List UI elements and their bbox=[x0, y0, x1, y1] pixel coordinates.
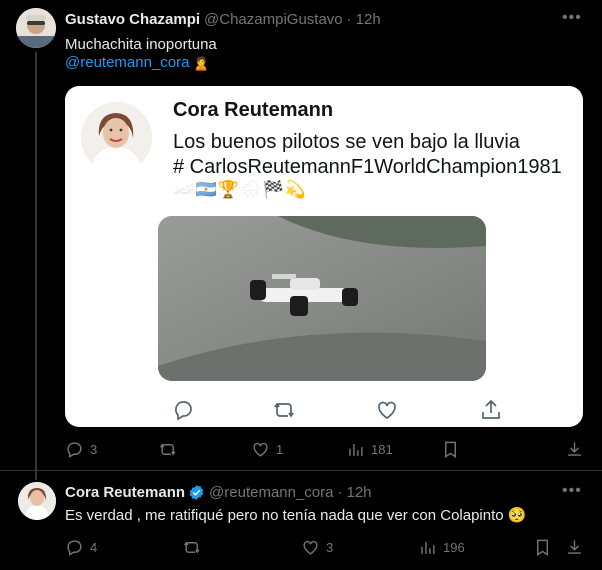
card-retweet-icon bbox=[274, 402, 294, 418]
share-icon bbox=[568, 540, 581, 554]
retweet-button[interactable] bbox=[183, 538, 208, 557]
mention-link[interactable]: @reutemann_cora bbox=[65, 54, 189, 71]
thread-line bbox=[35, 52, 37, 480]
like-icon bbox=[253, 442, 268, 457]
author-handle[interactable]: @reutemann_cora bbox=[209, 484, 333, 501]
author-name[interactable]: Gustavo Chazampi bbox=[65, 11, 200, 28]
separator-dot: · bbox=[337, 484, 343, 501]
views-count: 181 bbox=[371, 442, 393, 457]
verified-badge-icon bbox=[189, 485, 204, 500]
reply-icon bbox=[67, 442, 82, 458]
timestamp[interactable]: 12h bbox=[347, 484, 372, 501]
separator-dot: · bbox=[346, 11, 352, 28]
card-text-line: Los buenos pilotos se ven bajo la lluvia bbox=[173, 131, 520, 153]
more-icon[interactable]: ••• bbox=[562, 482, 582, 500]
views-icon bbox=[349, 443, 363, 456]
reply-icon bbox=[67, 540, 82, 556]
tweet-text: Es verdad , me ratifiqué pero no tenía n… bbox=[65, 507, 527, 524]
like-button[interactable]: 1 bbox=[251, 440, 283, 459]
reply-count: 4 bbox=[90, 540, 98, 555]
like-count: 3 bbox=[326, 540, 334, 555]
card-like-icon bbox=[378, 401, 396, 420]
card-hashtag: # CarlosReutemannF1WorldChampion1981 bbox=[173, 156, 562, 178]
mention-emoji: 🙎 bbox=[193, 56, 210, 71]
tweet-header: Cora Reutemann @reutemann_cora · 12h bbox=[65, 484, 372, 501]
bookmark-button[interactable] bbox=[533, 538, 552, 557]
share-button[interactable] bbox=[565, 440, 584, 459]
card-avatar bbox=[81, 102, 152, 173]
avatar[interactable] bbox=[16, 8, 56, 48]
reply-button[interactable]: 4 bbox=[65, 538, 97, 557]
author-handle[interactable]: @ChazampiGustavo bbox=[204, 11, 343, 28]
card-action-bar bbox=[65, 398, 583, 422]
race-car-video-thumbnail bbox=[158, 216, 486, 381]
tweet-action-bar: 4 3 196 bbox=[65, 538, 585, 558]
more-icon[interactable]: ••• bbox=[562, 9, 582, 27]
tweet-action-bar: 3 1 181 bbox=[65, 440, 585, 460]
views-button[interactable]: 196 bbox=[418, 538, 465, 557]
retweet-icon bbox=[159, 443, 176, 456]
reply-button[interactable]: 3 bbox=[65, 440, 97, 459]
card-reply-icon bbox=[175, 401, 192, 421]
attached-image[interactable]: Cora Reutemann Los buenos pilotos se ven… bbox=[65, 86, 583, 427]
avatar[interactable] bbox=[18, 482, 56, 520]
bookmark-icon bbox=[537, 539, 548, 556]
timestamp[interactable]: 12h bbox=[356, 11, 381, 28]
retweet-button[interactable] bbox=[159, 440, 184, 459]
views-button[interactable]: 181 bbox=[346, 440, 393, 459]
share-button[interactable] bbox=[565, 538, 584, 557]
reply-count: 3 bbox=[90, 442, 98, 457]
views-icon bbox=[421, 541, 435, 554]
like-count: 1 bbox=[276, 442, 284, 457]
tweet[interactable]: Gustavo Chazampi @ChazampiGustavo · 12h … bbox=[0, 0, 602, 480]
bookmark-button[interactable] bbox=[441, 440, 460, 459]
views-count: 196 bbox=[443, 540, 465, 555]
tweet-header: Gustavo Chazampi @ChazampiGustavo · 12h bbox=[65, 11, 381, 28]
bookmark-icon bbox=[445, 441, 456, 458]
retweet-icon bbox=[183, 541, 200, 554]
card-author-name: Cora Reutemann bbox=[173, 99, 334, 121]
like-icon bbox=[303, 540, 318, 555]
card-emojis: 🏎🇦🇷🏆🌧🏁💫 bbox=[173, 180, 307, 199]
share-icon bbox=[568, 442, 581, 456]
tweet-text: Muchachita inoportuna bbox=[65, 36, 217, 53]
card-share-icon bbox=[482, 399, 500, 419]
author-name[interactable]: Cora Reutemann bbox=[65, 484, 185, 501]
like-button[interactable]: 3 bbox=[301, 538, 333, 557]
